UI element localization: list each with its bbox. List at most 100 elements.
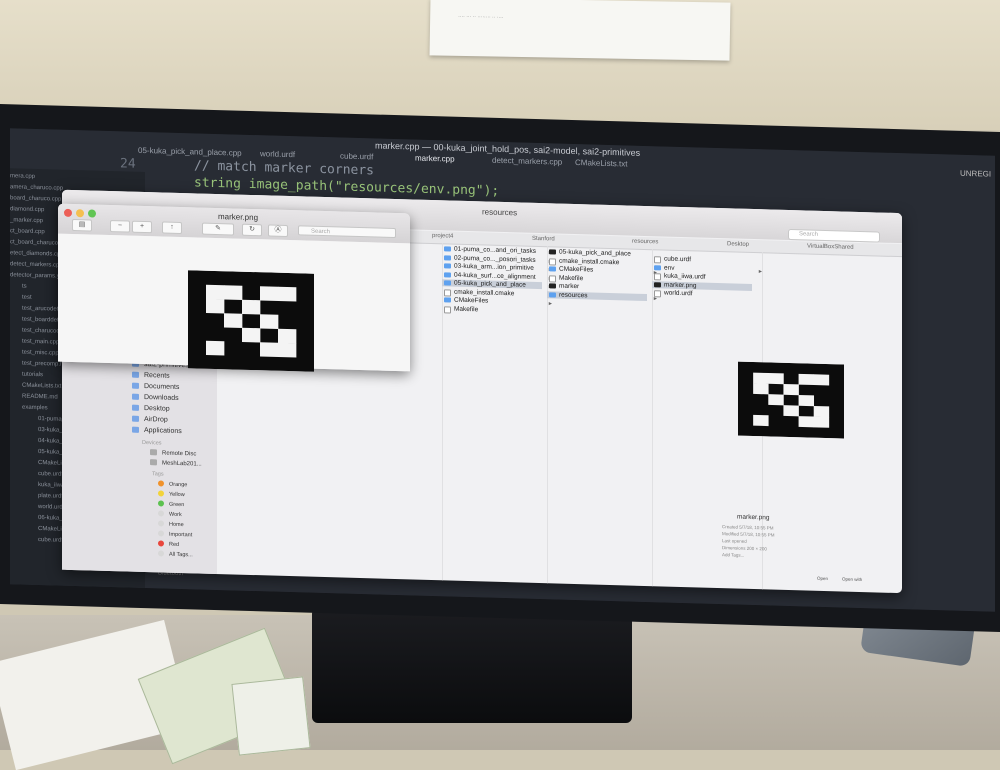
- open-with-button[interactable]: Open with: [842, 576, 862, 582]
- sidebar-file-item[interactable]: ts: [22, 284, 27, 290]
- sidebar-file-item[interactable]: mera.cpp: [10, 173, 35, 180]
- marker-white-cell: [278, 342, 297, 358]
- sidebar-file-item[interactable]: ct_board.cpp: [10, 228, 45, 235]
- preview-marker-white-cell: [753, 383, 769, 395]
- paper-note: ···· ··· ·· ········ ·· ····: [429, 0, 731, 61]
- close-button[interactable]: [64, 208, 72, 217]
- path-virtualbox[interactable]: VirtualBoxShared: [807, 244, 854, 251]
- tab-world-urdf[interactable]: world.urdf: [260, 149, 295, 159]
- marker-white-cell: [242, 327, 261, 343]
- tag-item[interactable]: All Tags...: [158, 550, 193, 558]
- finder-column-3: 05-kuka_pick_and_place cmake_install.cmak…: [547, 246, 657, 587]
- sidebar-file-item[interactable]: world.urdf: [38, 504, 64, 511]
- file-label: CMakeFiles: [454, 296, 489, 305]
- sidebar-favorite-5[interactable]: Desktop: [132, 404, 212, 414]
- file-label: cmake_install.cmake: [559, 257, 620, 266]
- file-icon: [549, 274, 556, 282]
- tag-label: Important: [169, 531, 193, 539]
- finder-preview-marker: [738, 361, 844, 439]
- tag-label: Yellow: [169, 491, 185, 499]
- tag-item[interactable]: Important: [158, 530, 192, 538]
- sidebar-favorite-3[interactable]: Documents: [132, 382, 212, 392]
- file-icon: [549, 266, 556, 272]
- marker-white-cell: [260, 286, 279, 302]
- path-stanford[interactable]: Stanford: [532, 236, 555, 243]
- sidebar-file-item[interactable]: test_misc.cpp: [22, 350, 59, 357]
- monitor-stand: [312, 608, 632, 723]
- file-label: resources: [559, 291, 588, 299]
- tag-item[interactable]: Home: [158, 520, 184, 528]
- marker-white-cell: [278, 328, 297, 344]
- sidebar-toggle-icon[interactable]: ▤: [72, 218, 92, 232]
- finder-column-2: 01-puma_co...and_ori_tasks▸02-puma_co...…: [442, 243, 552, 584]
- path-resources[interactable]: resources: [632, 239, 658, 246]
- tag-item[interactable]: Green: [158, 500, 184, 508]
- preview-marker-white-cell: [783, 383, 799, 396]
- preview-meta-line: Add Tags...: [722, 552, 745, 558]
- sidebar-file-item[interactable]: test_main.cpp: [22, 339, 59, 346]
- sidebar-file-item[interactable]: diamond.cpp: [10, 206, 44, 213]
- file-icon: [444, 280, 451, 286]
- marker-white-cell: [242, 299, 261, 315]
- file-item[interactable]: Makefile: [442, 305, 542, 315]
- tags-header: Tags: [152, 471, 164, 478]
- file-label: 05-kuka_pick_and_place: [559, 248, 631, 258]
- sidebar-file-item[interactable]: test: [22, 295, 32, 301]
- tab-cmakelists[interactable]: CMakeLists.txt: [575, 158, 627, 168]
- tab-detect-markers[interactable]: detect_markers.cpp: [492, 156, 562, 167]
- finder-title: resources: [482, 207, 518, 218]
- sidebar-file-item[interactable]: README.md: [22, 394, 58, 401]
- file-icon: [549, 257, 556, 265]
- sidebar-file-item[interactable]: cube.urdf: [38, 471, 63, 478]
- tag-item[interactable]: Red: [158, 540, 179, 548]
- preview-meta-line: Last opened: [722, 538, 747, 544]
- file-item[interactable]: world.urdf: [652, 289, 752, 299]
- tab-cube-urdf[interactable]: cube.urdf: [340, 151, 373, 161]
- file-icon: [444, 246, 451, 252]
- device-item[interactable]: Remote Disc: [150, 449, 196, 457]
- annotate-icon[interactable]: Ⓐ: [268, 224, 288, 238]
- tag-item[interactable]: Orange: [158, 480, 187, 488]
- device-item[interactable]: MeshLab201...: [150, 459, 202, 468]
- path-project4[interactable]: project4: [432, 233, 453, 240]
- sidebar-favorite-6[interactable]: AirDrop: [132, 415, 212, 425]
- minimize-button[interactable]: [76, 209, 84, 218]
- file-icon: [444, 263, 451, 269]
- sidebar-file-item[interactable]: examples: [22, 405, 48, 412]
- file-icon: [654, 256, 661, 264]
- sidebar-file-item[interactable]: CMakeLists.txt: [22, 383, 61, 390]
- zoom-out-icon[interactable]: −: [110, 220, 130, 233]
- rotate-icon[interactable]: ↻: [242, 223, 262, 237]
- sidebar-file-item[interactable]: cube.urdf: [38, 537, 63, 544]
- sidebar-favorite-4[interactable]: Downloads: [132, 393, 212, 403]
- zoom-in-icon[interactable]: +: [132, 220, 152, 234]
- file-icon: [549, 249, 556, 255]
- tag-color-dot: [158, 480, 164, 487]
- sidebar-file-item[interactable]: board_charuco.cpp: [10, 195, 61, 202]
- sidebar-file-item[interactable]: etect_diamonds.cpp: [10, 250, 64, 258]
- tag-color-dot: [158, 510, 164, 517]
- favorite-label: Recents: [144, 371, 170, 380]
- marker-white-cell: [260, 342, 279, 358]
- sidebar-favorite-2[interactable]: Recents: [132, 371, 212, 381]
- sidebar-file-item[interactable]: detect_markers.cpp: [10, 261, 63, 268]
- sidebar-file-item[interactable]: tutorials: [22, 372, 43, 379]
- sidebar-file-item[interactable]: _marker.cpp: [10, 217, 43, 224]
- markup-pen-icon[interactable]: ✎: [202, 222, 234, 236]
- favorite-label: Downloads: [144, 393, 179, 402]
- preview-marker-white-cell: [753, 414, 769, 427]
- zoom-button[interactable]: [88, 209, 96, 218]
- open-button[interactable]: Open: [817, 576, 828, 581]
- tab-05-kuka-pick[interactable]: 05-kuka_pick_and_place.cpp: [138, 146, 242, 158]
- share-icon[interactable]: ↑: [162, 221, 182, 235]
- preview-app-window: marker.png ▤ − + ↑ ✎ ↻ Ⓐ Search: [58, 203, 410, 372]
- file-item[interactable]: resources ▸: [547, 290, 657, 302]
- sidebar-file-item[interactable]: plate.urdf: [38, 493, 63, 500]
- tag-item[interactable]: Work: [158, 510, 182, 518]
- sidebar-file-item[interactable]: amera_charuco.cpp: [10, 184, 63, 191]
- sidebar-favorite-7[interactable]: Applications: [132, 426, 212, 436]
- preview-search-input[interactable]: Search: [298, 225, 396, 239]
- tab-marker-cpp[interactable]: marker.cpp: [415, 154, 455, 164]
- path-desktop[interactable]: Desktop: [727, 241, 749, 248]
- tag-item[interactable]: Yellow: [158, 490, 185, 498]
